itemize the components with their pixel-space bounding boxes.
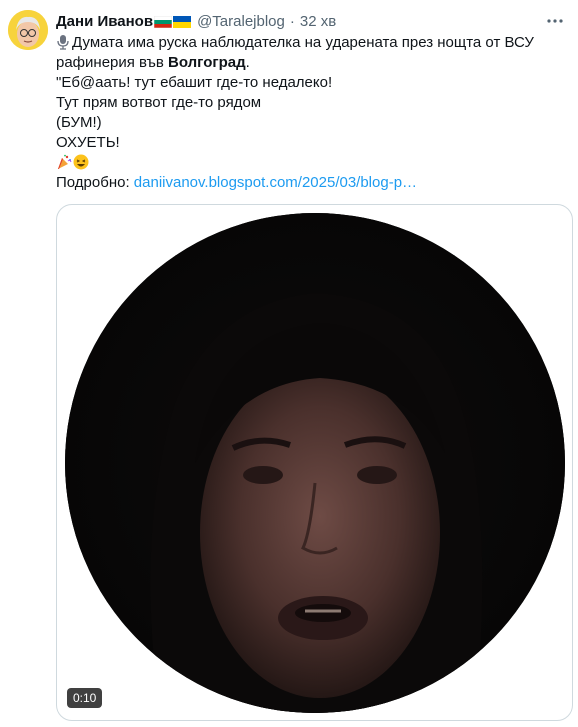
text-line-2-suffix: . — [245, 54, 250, 71]
tweet-timestamp[interactable]: 32 хв — [300, 12, 336, 32]
text-line-2: рафинерия във Волгоград. — [56, 53, 568, 73]
more-options-button[interactable] — [544, 10, 566, 32]
author-avatar[interactable] — [8, 10, 48, 50]
author-name[interactable]: Дани Иванов — [56, 12, 153, 32]
video-player[interactable] — [65, 213, 565, 713]
bulgaria-flag-icon — [154, 16, 173, 28]
text-line-6: ОХУЕТЬ! — [56, 134, 120, 151]
text-line-3: "Еб@аать! тут ебашит где-то недалеко! — [56, 74, 333, 91]
blog-link[interactable]: daniivanov.blogspot.com/2025/03/blog-p… — [134, 174, 417, 191]
link-prefix: Подробно: — [56, 174, 134, 191]
text-line-1: Думата има руска наблюдателка на ударена… — [56, 33, 568, 53]
header-separator: · — [289, 13, 295, 30]
video-duration-badge: 0:10 — [67, 688, 103, 708]
text-line-1-content: Думата има руска наблюдателка на ударена… — [72, 34, 534, 51]
cartoon-face-icon — [8, 10, 48, 50]
ukraine-flag-icon — [173, 16, 192, 28]
text-bold-city: Волгоград — [168, 54, 246, 71]
text-line-5: (БУМ!) — [56, 114, 102, 131]
author-handle[interactable]: @Taralejblog — [197, 12, 285, 32]
laughing-face-icon — [73, 154, 89, 170]
media-container[interactable]: 0:10 — [56, 204, 573, 721]
video-frame — [65, 213, 565, 713]
party-popper-icon — [58, 154, 72, 169]
text-line-4: Тут прям вотвот где-то рядом — [56, 94, 262, 111]
microphone-icon — [57, 35, 69, 50]
text-line-2-prefix: рафинерия във — [56, 54, 169, 71]
link-line: Подробно: daniivanov.blogspot.com/2025/0… — [56, 173, 568, 193]
tweet-text: Думата има руска наблюдателка на ударена… — [56, 33, 568, 193]
more-dots-icon — [547, 19, 563, 23]
emoji-line — [56, 153, 568, 173]
tweet-header: Дани Иванов @Taralejblog · 32 хв — [56, 12, 548, 32]
